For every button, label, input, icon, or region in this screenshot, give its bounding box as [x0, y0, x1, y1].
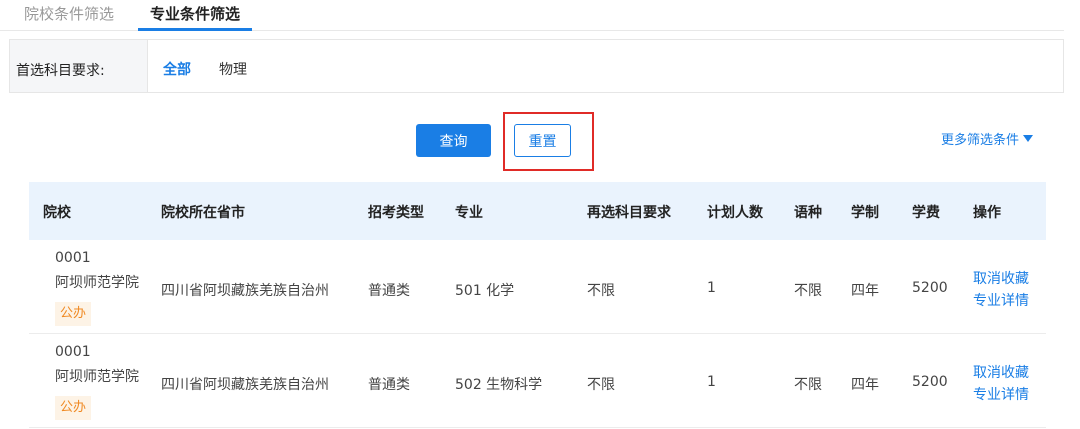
- col-header-fee: 学费: [912, 205, 940, 221]
- subject-filter-panel: 首选科目要求: 全部 物理: [9, 39, 1064, 93]
- major-cell: 501 化学: [455, 283, 515, 299]
- plan-cell: 1: [707, 280, 716, 296]
- more-filters-label: 更多筛选条件: [941, 133, 1020, 148]
- school-name: 阿坝师范学院: [55, 275, 139, 291]
- requirement-cell: 不限: [587, 377, 615, 393]
- tab-major-filter[interactable]: 专业条件筛选: [137, 3, 253, 31]
- type-cell: 普通类: [368, 377, 410, 393]
- col-header-type: 招考类型: [368, 205, 424, 221]
- duration-cell: 四年: [851, 377, 879, 393]
- major-detail-link[interactable]: 专业详情: [973, 384, 1029, 404]
- province-cell: 四川省阿坝藏族羌族自治州: [161, 377, 329, 393]
- filter-label-cell: 首选科目要求:: [10, 40, 148, 92]
- language-cell: 不限: [794, 377, 822, 393]
- school-code: 0001: [55, 250, 91, 266]
- unfavorite-link[interactable]: 取消收藏: [973, 268, 1029, 288]
- more-filters-toggle[interactable]: 更多筛选条件: [941, 129, 1034, 148]
- table-row: 0001 阿坝师范学院 公办 四川省阿坝藏族羌族自治州 普通类 502 生物科学…: [29, 334, 1046, 428]
- public-badge: 公办: [55, 302, 92, 326]
- school-code: 0001: [55, 344, 91, 360]
- table-row: 0001 阿坝师范学院 公办 四川省阿坝藏族羌族自治州 普通类 501 化学 不…: [29, 240, 1046, 334]
- major-detail-link[interactable]: 专业详情: [973, 290, 1029, 310]
- school-name: 阿坝师范学院: [55, 369, 139, 385]
- col-header-language: 语种: [794, 205, 822, 221]
- filter-option-all[interactable]: 全部: [163, 59, 191, 79]
- province-cell: 四川省阿坝藏族羌族自治州: [161, 283, 329, 299]
- requirement-cell: 不限: [587, 283, 615, 299]
- tab-school-filter[interactable]: 院校条件筛选: [24, 3, 114, 24]
- reset-button[interactable]: 重置: [514, 124, 571, 157]
- col-header-plan: 计划人数: [707, 205, 763, 221]
- public-badge: 公办: [55, 396, 92, 420]
- col-header-operation: 操作: [973, 205, 1001, 221]
- col-header-duration: 学制: [851, 205, 879, 221]
- filter-tabs: 院校条件筛选 专业条件筛选: [0, 0, 1064, 31]
- unfavorite-link[interactable]: 取消收藏: [973, 362, 1029, 382]
- filter-label-first-subject: 首选科目要求:: [16, 63, 105, 79]
- type-cell: 普通类: [368, 283, 410, 299]
- col-header-major: 专业: [455, 205, 483, 221]
- fee-cell: 5200: [912, 374, 948, 390]
- major-cell: 502 生物科学: [455, 377, 543, 393]
- query-button[interactable]: 查询: [416, 124, 491, 157]
- filter-option-physics[interactable]: 物理: [219, 59, 247, 79]
- duration-cell: 四年: [851, 283, 879, 299]
- fee-cell: 5200: [912, 280, 948, 296]
- caret-down-icon: [1023, 135, 1034, 142]
- table-header: 院校 院校所在省市 招考类型 专业 再选科目要求 计划人数 语种 学制 学费 操…: [29, 182, 1046, 240]
- col-header-requirement: 再选科目要求: [587, 205, 671, 221]
- col-header-province: 院校所在省市: [161, 205, 245, 221]
- col-header-school: 院校: [43, 205, 71, 221]
- language-cell: 不限: [794, 283, 822, 299]
- plan-cell: 1: [707, 374, 716, 390]
